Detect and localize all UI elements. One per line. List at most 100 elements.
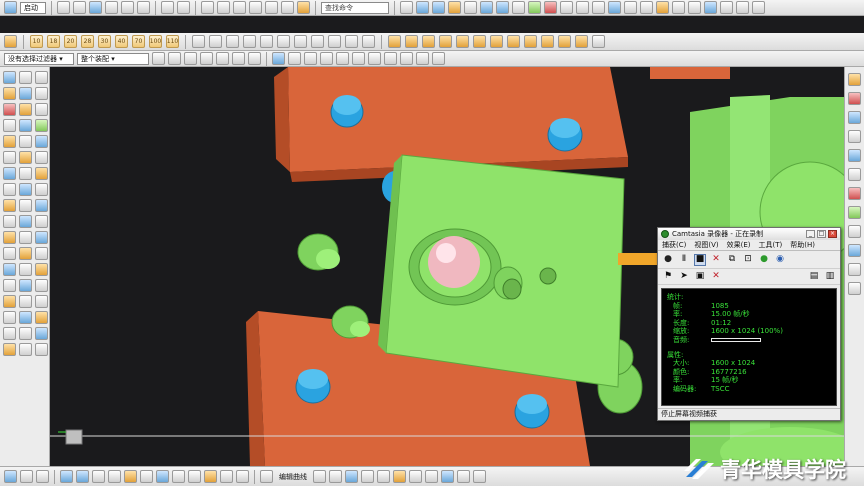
- tool-icon[interactable]: [3, 119, 16, 132]
- snap-endpoint-icon[interactable]: [272, 52, 285, 65]
- mirror-icon[interactable]: [624, 1, 637, 14]
- tool-icon[interactable]: [377, 470, 390, 483]
- snap-pole-icon[interactable]: [400, 52, 413, 65]
- tool-icon[interactable]: [3, 87, 16, 100]
- palette-icon[interactable]: [848, 187, 861, 200]
- web-browser-icon[interactable]: [848, 168, 861, 181]
- tool-icon[interactable]: [35, 183, 48, 196]
- snap-curve-icon[interactable]: [368, 52, 381, 65]
- snap-intersection-icon[interactable]: [336, 52, 349, 65]
- rectangle-icon[interactable]: [281, 1, 294, 14]
- tool-icon[interactable]: [3, 311, 16, 324]
- tool-icon[interactable]: [3, 279, 16, 292]
- tool-icon[interactable]: [19, 263, 32, 276]
- pattern-icon[interactable]: [608, 1, 621, 14]
- undo-icon[interactable]: [161, 1, 174, 14]
- tool-icon[interactable]: [236, 470, 249, 483]
- part-icon[interactable]: [345, 35, 358, 48]
- remove-effect-icon[interactable]: ✕: [710, 271, 722, 283]
- cut-icon[interactable]: [105, 1, 118, 14]
- tool-icon[interactable]: [313, 470, 326, 483]
- tool-icon[interactable]: [393, 470, 406, 483]
- ejector-pin-icon[interactable]: [388, 35, 401, 48]
- edit-curve-button[interactable]: 编辑曲线: [276, 471, 310, 483]
- tool-icon[interactable]: [19, 327, 32, 340]
- layer-icon[interactable]: [704, 1, 717, 14]
- tool-icon[interactable]: [19, 119, 32, 132]
- tool-icon[interactable]: [35, 87, 48, 100]
- annotation-icon[interactable]: ⚑: [662, 271, 674, 283]
- part-icon[interactable]: [209, 35, 222, 48]
- redo-icon[interactable]: [177, 1, 190, 14]
- tool-icon[interactable]: [3, 183, 16, 196]
- tool-icon[interactable]: [19, 167, 32, 180]
- extrude-icon[interactable]: [416, 1, 429, 14]
- analysis-icon[interactable]: [672, 1, 685, 14]
- filter-icon[interactable]: [168, 52, 181, 65]
- tool-icon[interactable]: [3, 247, 16, 260]
- snap-center-icon[interactable]: [304, 52, 317, 65]
- help-icon[interactable]: [848, 282, 861, 295]
- tool-icon[interactable]: [35, 311, 48, 324]
- tool-icon[interactable]: [20, 470, 33, 483]
- menu-view[interactable]: 视图(V): [694, 240, 718, 250]
- menu-tools[interactable]: 工具(T): [759, 240, 783, 250]
- tool-icon[interactable]: [35, 151, 48, 164]
- part-icon[interactable]: [311, 35, 324, 48]
- arc-icon[interactable]: [217, 1, 230, 14]
- filter-icon[interactable]: [184, 52, 197, 65]
- find-command-input[interactable]: 查找命令: [321, 1, 389, 14]
- tool-icon[interactable]: [92, 470, 105, 483]
- tool-icon[interactable]: [60, 470, 73, 483]
- tool-icon[interactable]: [172, 470, 185, 483]
- save-icon[interactable]: [89, 1, 102, 14]
- filter-icon[interactable]: [152, 52, 165, 65]
- history-icon[interactable]: [848, 149, 861, 162]
- tool-icon[interactable]: [19, 135, 32, 148]
- tool-icon[interactable]: [3, 151, 16, 164]
- tool-icon[interactable]: [361, 470, 374, 483]
- curve-icon[interactable]: [260, 470, 273, 483]
- snap-icon[interactable]: [400, 1, 413, 14]
- tool-icon[interactable]: [204, 470, 217, 483]
- tool-icon[interactable]: [19, 279, 32, 292]
- tool-icon[interactable]: [35, 135, 48, 148]
- open-file-icon[interactable]: [73, 1, 86, 14]
- tool-icon[interactable]: [220, 470, 233, 483]
- reuse-library-icon[interactable]: [848, 130, 861, 143]
- tool-icon[interactable]: [35, 263, 48, 276]
- cylinder-icon[interactable]: [496, 1, 509, 14]
- locating-ring-icon[interactable]: [422, 35, 435, 48]
- subtract-icon[interactable]: [544, 1, 557, 14]
- filter-icon[interactable]: [232, 52, 245, 65]
- snap-point-icon[interactable]: [352, 52, 365, 65]
- tool-icon[interactable]: [36, 470, 49, 483]
- section-icon[interactable]: [688, 1, 701, 14]
- tool-icon[interactable]: [3, 263, 16, 276]
- guide-pin-icon[interactable]: [439, 35, 452, 48]
- block-icon[interactable]: [575, 35, 588, 48]
- block-icon[interactable]: [480, 1, 493, 14]
- tool-icon[interactable]: [35, 279, 48, 292]
- print-icon[interactable]: ▥: [824, 271, 836, 283]
- tool-icon[interactable]: [425, 470, 438, 483]
- revolve-icon[interactable]: [432, 1, 445, 14]
- caption-icon[interactable]: ▣: [694, 271, 706, 283]
- tool-icon[interactable]: [19, 247, 32, 260]
- tool-icon[interactable]: [35, 71, 48, 84]
- return-pin-icon[interactable]: [473, 35, 486, 48]
- tool-icon[interactable]: [35, 231, 48, 244]
- sprue-bushing-icon[interactable]: [405, 35, 418, 48]
- size-button-28[interactable]: 28: [81, 35, 94, 48]
- cursor-icon[interactable]: ➤: [678, 271, 690, 283]
- stop-icon[interactable]: ■: [694, 253, 706, 266]
- delete-icon[interactable]: ✕: [710, 254, 722, 266]
- roles-icon[interactable]: [848, 206, 861, 219]
- tool-icon[interactable]: [19, 87, 32, 100]
- maximize-button[interactable]: □: [817, 230, 826, 238]
- menu-effects[interactable]: 效果(E): [727, 240, 751, 250]
- screw-icon[interactable]: [490, 35, 503, 48]
- part-icon[interactable]: [243, 35, 256, 48]
- tool-icon[interactable]: [473, 470, 486, 483]
- filter-icon[interactable]: [200, 52, 213, 65]
